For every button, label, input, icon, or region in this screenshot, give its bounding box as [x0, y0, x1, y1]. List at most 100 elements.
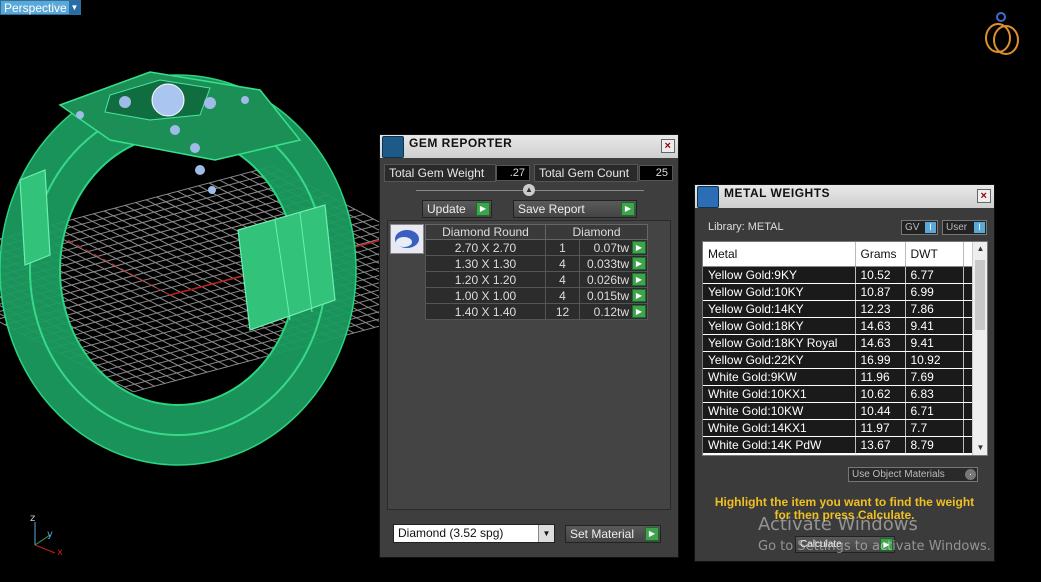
- metal-name-cell: White Gold:9KW: [703, 368, 856, 386]
- gem-table-row[interactable]: 1.00 X 1.00 4 0.015tw ▶: [425, 287, 648, 304]
- toggle-indicator-icon: ·: [965, 469, 976, 480]
- gem-count-cell: 1: [545, 239, 580, 256]
- grid-line: [41, 242, 380, 345]
- ring-logo-icon: [985, 12, 1019, 55]
- close-icon[interactable]: ×: [661, 139, 675, 153]
- metal-table-row[interactable]: White Gold:10KX1 10.62 6.83: [703, 385, 974, 403]
- gem-count-cell: 12: [545, 303, 580, 320]
- toggle-indicator-icon: I: [925, 222, 936, 233]
- metal-table-row[interactable]: Yellow Gold:14KY 12.23 7.86: [703, 300, 974, 318]
- gem-table-row[interactable]: 1.40 X 1.40 12 0.12tw ▶: [425, 303, 648, 320]
- metal-table-row[interactable]: White Gold:10KW 10.44 6.71: [703, 402, 974, 420]
- metal-dwt-cell: 7.7: [905, 419, 964, 437]
- gem-table-header-shape: Diamond Round: [425, 224, 546, 240]
- dwt-column-header[interactable]: DWT: [905, 242, 964, 267]
- chevron-down-icon[interactable]: ▼: [69, 1, 80, 14]
- save-report-button[interactable]: Save Report ▶: [513, 200, 637, 218]
- metal-table-row[interactable]: White Gold:14KX1 11.97 7.7: [703, 419, 974, 437]
- gem-table-row[interactable]: 1.30 X 1.30 4 0.033tw ▶: [425, 255, 648, 272]
- ring-model: [0, 71, 357, 466]
- chevron-down-icon[interactable]: ▼: [538, 525, 554, 542]
- metal-column-header[interactable]: Metal: [703, 242, 856, 267]
- play-arrow-icon[interactable]: ▶: [632, 305, 646, 318]
- set-material-button-label: Set Material: [570, 527, 635, 541]
- viewport-label: Perspective: [4, 1, 67, 15]
- metal-table-row[interactable]: Yellow Gold:18KY Royal 14.63 9.41: [703, 334, 974, 352]
- user-toggle[interactable]: User I: [942, 220, 987, 235]
- play-arrow-icon[interactable]: ▶: [632, 289, 646, 302]
- metal-name-cell: White Gold:10KW: [703, 402, 856, 420]
- metal-list[interactable]: Metal Grams DWT Yellow Gold:9KY 10.52 6.77…: [702, 241, 988, 456]
- set-material-button[interactable]: Set Material ▶: [565, 525, 661, 543]
- metal-table-row[interactable]: Yellow Gold:18KY 14.63 9.41: [703, 317, 974, 335]
- play-arrow-icon[interactable]: ▶: [632, 257, 646, 270]
- scrollbar-thumb[interactable]: [975, 260, 985, 330]
- hint-line-1: Highlight the item you want to find the …: [714, 495, 975, 509]
- metal-weights-titlebar[interactable]: METAL WEIGHTS ×: [695, 185, 994, 208]
- gem-table-row[interactable]: 2.70 X 2.70 1 0.07tw ▶: [425, 239, 648, 256]
- total-gem-count-value: 25: [639, 165, 673, 181]
- activate-windows-subtitle: Go to Settings to activate Windows.: [758, 539, 991, 554]
- metal-name-cell: Yellow Gold:22KY: [703, 351, 856, 369]
- gem-count-cell: 4: [545, 287, 580, 304]
- material-select[interactable]: Diamond (3.52 spg) ▼: [393, 524, 555, 543]
- metal-name-cell: Yellow Gold:18KY: [703, 317, 856, 335]
- metal-table-row[interactable]: White Gold:14K PdW 13.67 8.79: [703, 436, 974, 454]
- diamond-thumbnail-icon: [390, 224, 424, 254]
- metal-table: Metal Grams DWT Yellow Gold:9KY 10.52 6.77…: [703, 242, 974, 454]
- metal-dwt-cell: 6.99: [905, 283, 964, 301]
- metal-name-cell: White Gold:10KX1: [703, 385, 856, 403]
- metal-table-row[interactable]: Yellow Gold:10KY 10.87 6.99: [703, 283, 974, 301]
- play-arrow-icon[interactable]: ▶: [632, 241, 646, 254]
- metal-grams-cell: 11.97: [855, 419, 906, 437]
- svg-text:y: y: [47, 529, 53, 540]
- gem-weight-cell: 0.026tw ▶: [579, 271, 648, 288]
- metal-grams-cell: 10.87: [855, 283, 906, 301]
- metal-table-row[interactable]: White Gold:9KW 11.96 7.69: [703, 368, 974, 386]
- svg-text:z: z: [30, 513, 35, 524]
- use-object-materials-toggle[interactable]: Use Object Materials ·: [848, 467, 978, 482]
- metal-list-scrollbar[interactable]: ▲ ▼: [972, 242, 987, 455]
- metal-dwt-cell: 8.79: [905, 436, 964, 454]
- gem-table: Diamond Round Diamond 2.70 X 2.70 1 0.07tw…: [425, 224, 648, 320]
- user-toggle-label: User: [946, 222, 968, 233]
- axis-gizmo: z y x: [30, 513, 63, 558]
- metal-name-cell: Yellow Gold:9KY: [703, 266, 856, 284]
- metal-weights-panel: METAL WEIGHTS × Library: METAL GV I User…: [694, 184, 995, 562]
- gem-weight-cell: 0.015tw ▶: [579, 287, 648, 304]
- gem-size-cell: 1.00 X 1.00: [425, 287, 546, 304]
- svg-text:x: x: [57, 547, 63, 558]
- metal-weights-title: METAL WEIGHTS: [724, 186, 831, 200]
- metal-weights-icon: [697, 186, 719, 208]
- metal-grams-cell: 10.44: [855, 402, 906, 420]
- gem-reporter-panel: GEM REPORTER × Total Gem Weight .27 Tota…: [379, 134, 679, 558]
- metal-name-cell: White Gold:14K PdW: [703, 436, 856, 454]
- metal-grams-cell: 11.96: [855, 368, 906, 386]
- metal-table-row[interactable]: Yellow Gold:22KY 16.99 10.92: [703, 351, 974, 369]
- grid-line: [50, 247, 380, 350]
- chevron-up-icon[interactable]: ▲: [973, 242, 987, 256]
- metal-table-row[interactable]: Yellow Gold:9KY 10.52 6.77: [703, 266, 974, 284]
- metal-grams-cell: 13.67: [855, 436, 906, 454]
- grams-column-header[interactable]: Grams: [855, 242, 906, 267]
- gem-weight-value: 0.033tw: [586, 256, 629, 271]
- gv-toggle[interactable]: GV I: [901, 220, 938, 235]
- gem-weight-value: 0.12tw: [593, 304, 629, 319]
- close-icon[interactable]: ×: [977, 189, 991, 203]
- library-label: Library: METAL: [708, 221, 784, 233]
- update-button[interactable]: Update ▶: [422, 200, 492, 218]
- play-arrow-icon[interactable]: ▶: [632, 273, 646, 286]
- viewport-label-dropdown[interactable]: Perspective ▼: [0, 0, 81, 15]
- metal-dwt-cell: 6.71: [905, 402, 964, 420]
- gem-reporter-titlebar[interactable]: GEM REPORTER ×: [380, 135, 678, 158]
- gem-weight-cell: 0.07tw ▶: [579, 239, 648, 256]
- collapse-toggle-icon[interactable]: ▲: [523, 184, 535, 196]
- metal-name-cell: White Gold:14KX1: [703, 419, 856, 437]
- gem-count-cell: 4: [545, 271, 580, 288]
- toggle-indicator-icon: I: [974, 222, 985, 233]
- gem-size-cell: 1.20 X 1.20: [425, 271, 546, 288]
- gem-table-row[interactable]: 1.20 X 1.20 4 0.026tw ▶: [425, 271, 648, 288]
- metal-name-cell: Yellow Gold:18KY Royal: [703, 334, 856, 352]
- chevron-down-icon[interactable]: ▼: [973, 441, 987, 455]
- gem-table-header-material: Diamond: [545, 224, 648, 240]
